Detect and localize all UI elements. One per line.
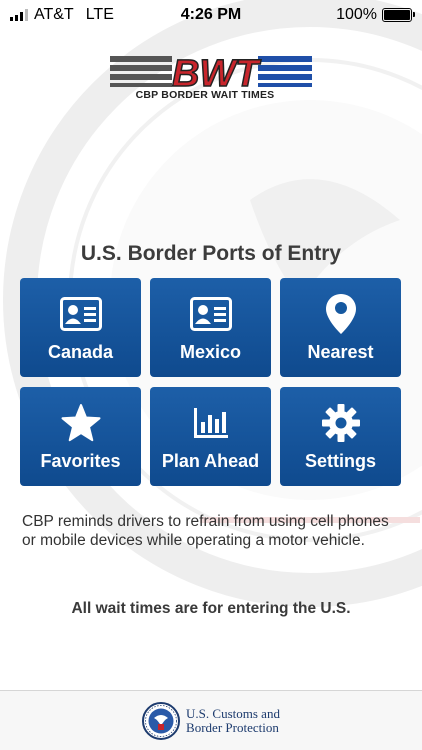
cell-signal-icon — [10, 9, 28, 21]
network-label: LTE — [85, 6, 114, 23]
safety-notice: CBP reminds drivers to refrain from usin… — [22, 513, 389, 549]
status-time: 4:26 PM — [180, 6, 242, 23]
favorites-button[interactable]: Favorites — [20, 387, 141, 486]
wait-times-note: All wait times are for entering the U.S. — [71, 600, 351, 617]
plan-ahead-button[interactable]: Plan Ahead — [150, 387, 271, 486]
menu-grid: Canada Mexico Nearest Favorites Plan Ahe… — [20, 278, 402, 486]
logo-subtitle: CBP BORDER WAIT TIMES — [135, 89, 275, 101]
status-right: 100% — [336, 6, 415, 24]
battery-percent: 100% — [336, 6, 377, 23]
carrier-label: AT&T — [34, 6, 74, 23]
status-left: AT&T LTE — [10, 6, 114, 24]
id-card-icon — [189, 292, 233, 336]
star-icon — [59, 401, 103, 445]
page-title: U.S. Border Ports of Entry — [80, 242, 342, 265]
mexico-button[interactable]: Mexico — [150, 278, 271, 377]
favorites-label: Favorites — [40, 451, 121, 471]
settings-label: Settings — [304, 451, 376, 471]
plan-ahead-label: Plan Ahead — [161, 451, 260, 471]
status-bar: AT&T LTE 4:26 PM 100% — [0, 0, 422, 30]
nearest-button[interactable]: Nearest — [280, 278, 401, 377]
battery-icon — [382, 8, 415, 22]
location-pin-icon — [319, 292, 363, 336]
nearest-label: Nearest — [307, 342, 374, 362]
dhs-seal-icon — [142, 701, 181, 740]
cbp-agency-name: U.S. Customs and Border Protection — [186, 705, 280, 735]
settings-button[interactable]: Settings — [280, 387, 401, 486]
agency-line-2: Border Protection — [186, 719, 279, 735]
canada-label: Canada — [47, 342, 114, 362]
bar-chart-icon — [189, 401, 233, 445]
gear-icon — [319, 401, 363, 445]
agency-line-1: U.S. Customs and — [186, 705, 280, 721]
canada-button[interactable]: Canada — [20, 278, 141, 377]
mexico-label: Mexico — [179, 342, 242, 362]
id-card-icon — [59, 292, 103, 336]
footer-bar: U.S. Customs and Border Protection — [0, 690, 422, 750]
